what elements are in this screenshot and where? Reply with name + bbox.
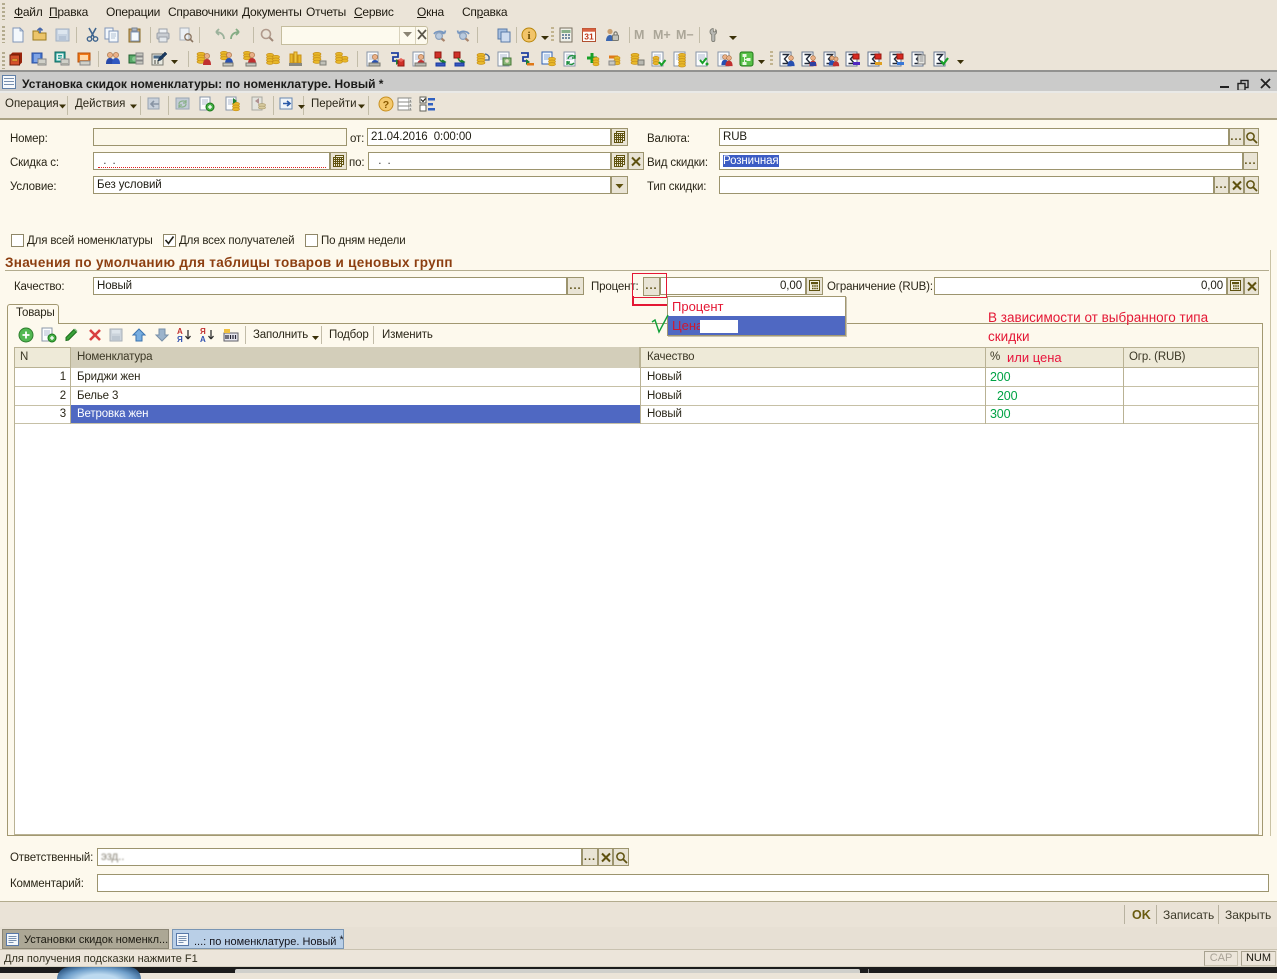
svg-text:i: i [527,30,530,42]
svg-text:?: ? [383,99,389,111]
svg-text:31: 31 [584,32,594,42]
svg-text:Я: Я [177,335,183,344]
svg-text:А: А [200,335,206,344]
